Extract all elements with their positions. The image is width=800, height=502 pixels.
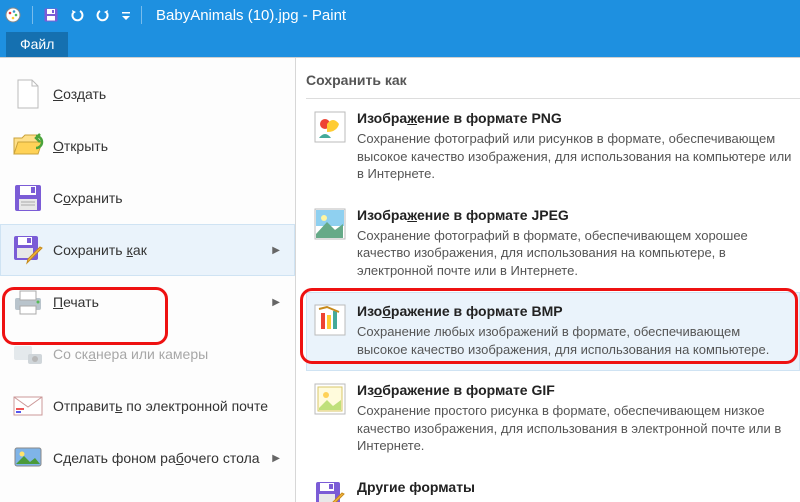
format-title: Другие форматы xyxy=(357,479,793,495)
save-as-other-formats[interactable]: Другие форматы Открытие диалогового окна… xyxy=(306,468,800,502)
menu-item-label: Отправить по электронной почте xyxy=(53,398,284,414)
separator xyxy=(32,6,33,24)
menu-item-save[interactable]: Сохранить xyxy=(0,172,295,224)
format-description: Сохранение фотографий или рисунков в фор… xyxy=(357,130,793,183)
envelope-icon xyxy=(11,389,45,423)
file-tab-label: Файл xyxy=(20,36,54,52)
menu-item-set-desktop-bg[interactable]: Сделать фоном рабочего стола ▶ xyxy=(0,432,295,484)
submenu-arrow-icon: ▶ xyxy=(272,245,280,256)
format-description: Сохранение фотографий в формате, обеспеч… xyxy=(357,227,793,280)
file-backstage: Создать Открыть xyxy=(0,57,800,502)
format-description: Сохранение любых изображений в формате, … xyxy=(357,323,793,358)
submenu-arrow-icon: ▶ xyxy=(272,297,280,308)
paint-app-icon xyxy=(4,6,22,24)
format-title: Изображение в формате JPEG xyxy=(357,207,793,223)
menu-item-open[interactable]: Открыть xyxy=(0,120,295,172)
quick-access-toolbar xyxy=(4,6,142,24)
png-thumbnail-icon xyxy=(313,110,347,144)
menu-item-from-scanner: Со сканера или камеры xyxy=(0,328,295,380)
file-tab[interactable]: Файл xyxy=(6,32,68,57)
gif-thumbnail-icon xyxy=(313,382,347,416)
submenu-heading: Сохранить как xyxy=(306,68,800,99)
desktop-background-icon xyxy=(11,441,45,475)
save-as-jpeg[interactable]: Изображение в формате JPEG Сохранение фо… xyxy=(306,196,800,293)
new-file-icon xyxy=(11,77,45,111)
save-floppy-icon xyxy=(11,181,45,215)
menu-item-label: Печать xyxy=(53,294,272,310)
save-as-gif[interactable]: Изображение в формате GIF Сохранение про… xyxy=(306,371,800,468)
menu-item-label: Сохранить xyxy=(53,190,284,206)
separator xyxy=(141,6,142,24)
save-as-png[interactable]: Изображение в формате PNG Сохранение фот… xyxy=(306,99,800,196)
scanner-camera-icon xyxy=(11,337,45,371)
menu-item-label: Сохранить как xyxy=(53,242,272,258)
window-title: BabyAnimals (10).jpg - Paint xyxy=(156,7,346,24)
menu-item-label: Создать xyxy=(53,86,284,102)
save-as-bmp[interactable]: Изображение в формате BMP Сохранение люб… xyxy=(306,292,800,371)
menu-item-send-email[interactable]: Отправить по электронной почте xyxy=(0,380,295,432)
bmp-thumbnail-icon xyxy=(313,303,347,337)
menu-item-print[interactable]: Печать ▶ xyxy=(0,276,295,328)
menu-item-save-as[interactable]: Сохранить как ▶ xyxy=(0,224,295,276)
save-as-floppy-pencil-icon xyxy=(313,479,347,502)
open-folder-icon xyxy=(11,129,45,163)
redo-icon[interactable] xyxy=(95,7,111,23)
menu-item-new[interactable]: Создать xyxy=(0,68,295,120)
undo-icon[interactable] xyxy=(69,7,85,23)
file-menu-left: Создать Открыть xyxy=(0,58,296,502)
menu-item-label: Открыть xyxy=(53,138,284,154)
menu-item-label: Сделать фоном рабочего стола xyxy=(53,450,272,466)
printer-icon xyxy=(11,285,45,319)
ribbon-tab-strip: Файл xyxy=(0,30,800,57)
save-as-floppy-pencil-icon xyxy=(11,233,45,267)
format-title: Изображение в формате BMP xyxy=(357,303,793,319)
submenu-arrow-icon: ▶ xyxy=(272,453,280,464)
menu-item-label: Со сканера или камеры xyxy=(53,346,284,362)
save-icon[interactable] xyxy=(43,7,59,23)
format-title: Изображение в формате PNG xyxy=(357,110,793,126)
format-title: Изображение в формате GIF xyxy=(357,382,793,398)
save-as-submenu: Сохранить как Изображение в формате PNG … xyxy=(296,58,800,502)
format-description: Сохранение простого рисунка в формате, о… xyxy=(357,402,793,455)
jpeg-thumbnail-icon xyxy=(313,207,347,241)
customize-qat-dropdown[interactable] xyxy=(121,7,131,23)
title-bar: BabyAnimals (10).jpg - Paint xyxy=(0,0,800,30)
